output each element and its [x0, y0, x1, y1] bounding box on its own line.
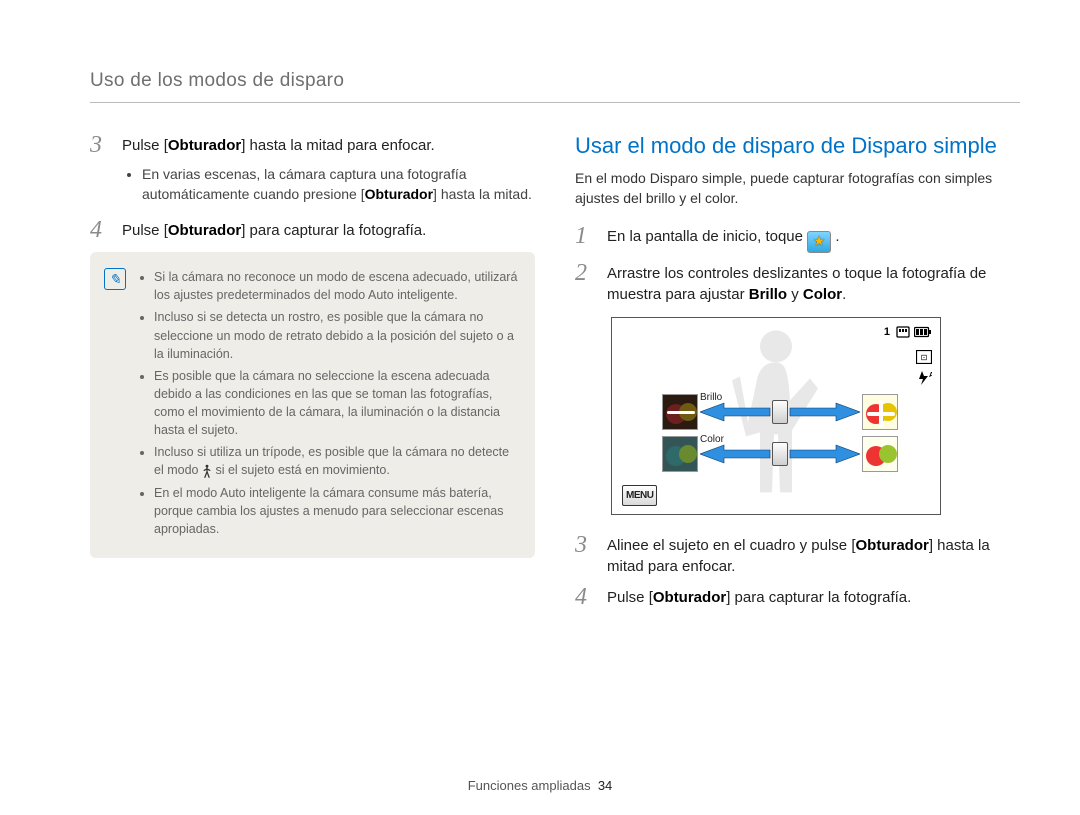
step-number: 3	[575, 533, 593, 557]
step-number: 1	[575, 224, 593, 248]
left-step-4: 4 Pulse [Obturador] para capturar la fot…	[90, 218, 535, 242]
right-step-4: 4 Pulse [Obturador] para capturar la fot…	[575, 585, 1020, 609]
tripod-person-icon	[202, 464, 212, 478]
fruit-cool-icon	[663, 436, 697, 472]
bold: Obturador	[365, 186, 433, 202]
slider-label: Brillo	[700, 392, 722, 403]
note-item: Incluso si se detecta un rostro, es posi…	[154, 308, 519, 362]
step-text: Alinee el sujeto en el cuadro y pulse [O…	[607, 533, 1020, 577]
note-item: En el modo Auto inteligente la cámara co…	[154, 484, 519, 538]
slider-track[interactable]: Color	[700, 450, 860, 458]
color-slider[interactable]: Color	[662, 436, 896, 472]
step-number: 3	[90, 133, 108, 157]
battery-icon	[914, 326, 932, 338]
preview-top-status: 1	[884, 326, 932, 338]
note-item: Es posible que la cámara no seleccione l…	[154, 367, 519, 440]
right-step-1: 1 En la pantalla de inicio, toque ★ .	[575, 224, 1020, 252]
color-thumb-cool[interactable]	[662, 436, 698, 472]
svg-text:A: A	[929, 372, 932, 379]
brightness-thumb-bright[interactable]	[862, 394, 898, 430]
sub-item: En varias escenas, la cámara captura una…	[142, 165, 535, 204]
text: .	[835, 228, 839, 245]
note-item: Si la cámara no reconoce un modo de esce…	[154, 268, 519, 304]
easy-shot-app-icon: ★	[807, 231, 831, 253]
right-column: Usar el modo de disparo de Disparo simpl…	[575, 133, 1020, 617]
text: Pulse [	[122, 137, 168, 154]
step-text: Pulse [Obturador] para capturar la fotog…	[122, 218, 426, 241]
text: ] para capturar la fotografía.	[726, 589, 911, 606]
flash-auto-icon: A	[916, 370, 932, 386]
preview-side-icons: ⊡ A	[916, 350, 932, 386]
note-box: ✎ Si la cámara no reconoce un modo de es…	[90, 252, 535, 558]
step-number: 4	[575, 585, 593, 609]
menu-button[interactable]: MENU	[622, 485, 657, 506]
text: y	[787, 286, 803, 303]
brightness-thumb-dark[interactable]	[662, 394, 698, 430]
color-thumb-warm[interactable]	[862, 436, 898, 472]
step-text: En la pantalla de inicio, toque ★ .	[607, 224, 840, 252]
page-footer: Funciones ampliadas 34	[0, 778, 1080, 793]
text: ] hasta la mitad para enfocar.	[241, 137, 434, 154]
fruit-warm-icon	[863, 436, 897, 472]
bold: Obturador	[856, 537, 929, 554]
bold: Obturador	[168, 137, 241, 154]
footer-section: Funciones ampliadas	[468, 778, 591, 793]
step-number: 4	[90, 218, 108, 242]
step-text: Pulse [Obturador] para capturar la fotog…	[607, 585, 911, 608]
step-number: 2	[575, 261, 593, 285]
page-number: 34	[598, 778, 612, 793]
note-icon: ✎	[104, 268, 126, 290]
step-text: Pulse [Obturador] hasta la mitad para en…	[122, 133, 435, 156]
text: si el sujeto está en movimiento.	[215, 463, 389, 477]
text: En la pantalla de inicio, toque	[607, 228, 807, 245]
slider-handle[interactable]	[772, 400, 788, 424]
text: Pulse [	[122, 222, 168, 239]
right-step-3: 3 Alinee el sujeto en el cuadro y pulse …	[575, 533, 1020, 577]
bold: Brillo	[749, 286, 787, 303]
camera-preview-screen: 1 ⊡ A Brillo	[611, 317, 941, 515]
shot-count: 1	[884, 326, 890, 338]
fruit-bright-icon	[863, 394, 897, 430]
text: Pulse [	[607, 589, 653, 606]
step-text: Arrastre los controles deslizantes o toq…	[607, 261, 1020, 305]
bold: Color	[803, 286, 842, 303]
left-step-3: 3 Pulse [Obturador] hasta la mitad para …	[90, 133, 535, 157]
left-column: 3 Pulse [Obturador] hasta la mitad para …	[90, 133, 535, 617]
bold: Obturador	[168, 222, 241, 239]
slider-label: Color	[700, 434, 724, 445]
memory-card-icon	[896, 326, 910, 338]
bold: Obturador	[653, 589, 726, 606]
page-header: Uso de los modos de disparo	[90, 70, 1020, 103]
fruit-dark-icon	[663, 394, 697, 430]
slider-handle[interactable]	[772, 442, 788, 466]
columns: 3 Pulse [Obturador] hasta la mitad para …	[90, 133, 1020, 617]
section-desc: En el modo Disparo simple, puede captura…	[575, 169, 1020, 208]
note-item: Incluso si utiliza un trípode, es posibl…	[154, 443, 519, 479]
right-step-2: 2 Arrastre los controles deslizantes o t…	[575, 261, 1020, 305]
text: ] hasta la mitad.	[433, 186, 532, 202]
text: .	[842, 286, 846, 303]
section-title: Usar el modo de disparo de Disparo simpl…	[575, 133, 1020, 159]
text: ] para capturar la fotografía.	[241, 222, 426, 239]
note-list: Si la cámara no reconoce un modo de esce…	[138, 268, 519, 542]
svg-text:⊡: ⊡	[921, 353, 928, 362]
text: Alinee el sujeto en el cuadro y pulse [	[607, 537, 856, 554]
step3-subbullet: En varias escenas, la cámara captura una…	[126, 165, 535, 204]
manual-page: Uso de los modos de disparo 3 Pulse [Obt…	[0, 0, 1080, 815]
slider-track[interactable]: Brillo	[700, 408, 860, 416]
brightness-slider[interactable]: Brillo	[662, 394, 896, 430]
resolution-icon: ⊡	[916, 350, 932, 364]
